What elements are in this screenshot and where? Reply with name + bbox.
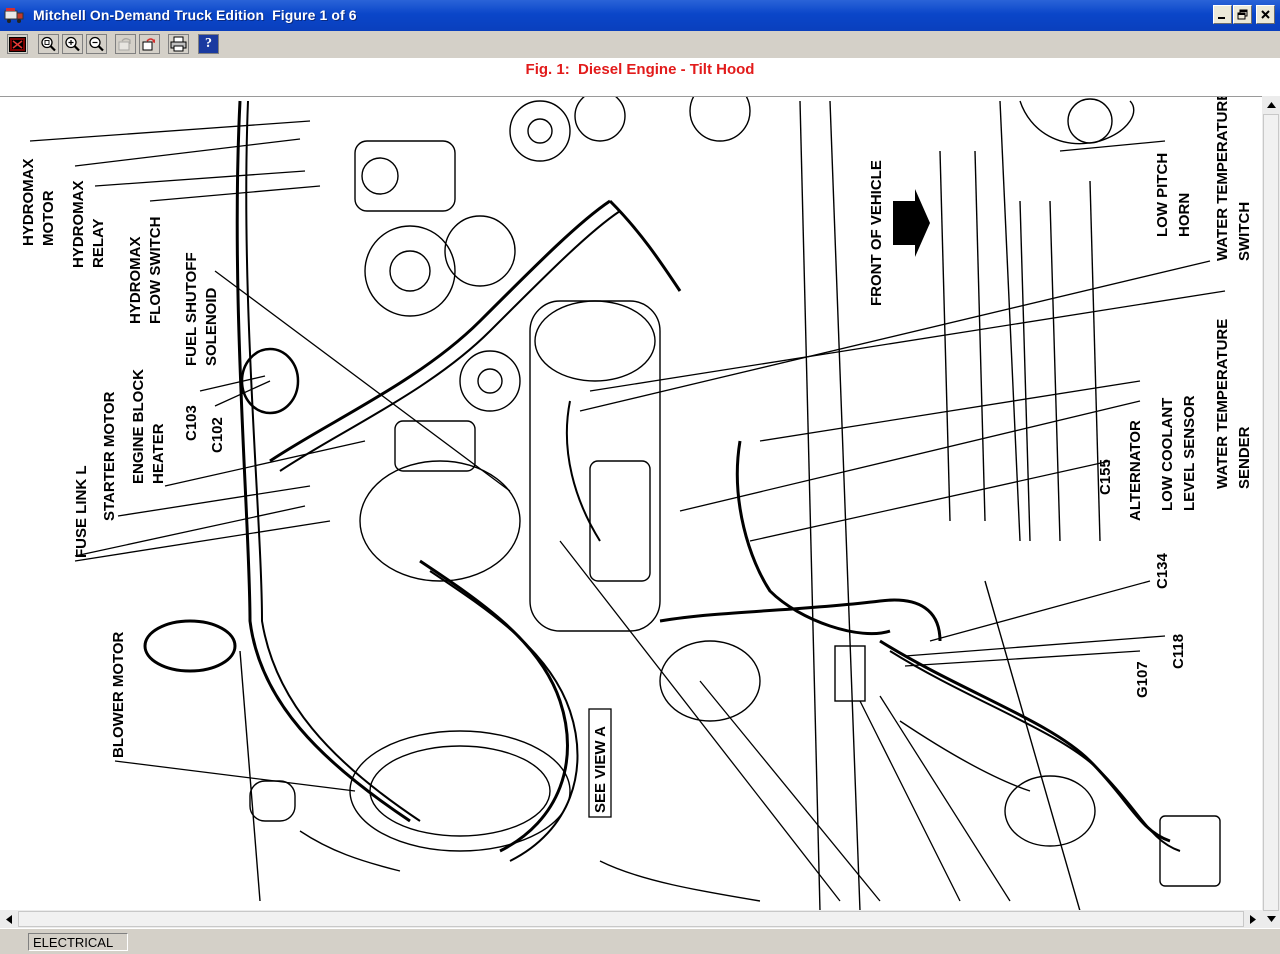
label-c103: C103	[183, 405, 200, 441]
vertical-scroll-thumb[interactable]	[1263, 114, 1279, 911]
label-low-coolant-level-sensor: LOW COOLANT LEVEL SENSOR	[1159, 394, 1198, 512]
rotate-right-icon	[142, 38, 155, 51]
restore-icon	[1237, 9, 1248, 20]
close-button[interactable]	[1256, 5, 1275, 24]
window-title: Mitchell On-Demand Truck Edition Figure …	[33, 7, 357, 23]
scroll-up-icon	[1266, 102, 1276, 108]
label-low-pitch-horn: LOW PITCH HORN	[1154, 149, 1193, 237]
engine-line-art	[143, 97, 1221, 911]
zoom-in-icon	[65, 36, 80, 52]
rotate-left-button[interactable]	[115, 34, 136, 54]
exit-icon	[9, 36, 26, 52]
vertical-scrollbar[interactable]	[1262, 96, 1280, 928]
print-button[interactable]	[168, 34, 189, 54]
label-starter-motor: STARTER MOTOR	[101, 391, 118, 521]
label-hydromax-flow-switch: HYDROMAX FLOW SWITCH	[127, 217, 164, 324]
status-panel: ELECTRICAL	[28, 933, 128, 951]
zoom-out-button[interactable]	[86, 34, 107, 54]
minimize-button[interactable]	[1213, 5, 1232, 24]
scroll-down-button[interactable]	[1262, 910, 1280, 928]
app-truck-icon	[4, 8, 24, 23]
help-button[interactable]: ?	[198, 34, 219, 54]
horizontal-scroll-thumb[interactable]	[18, 911, 1244, 927]
label-c155: C155	[1097, 459, 1114, 495]
figure-caption-area: Fig. 1: Diesel Engine - Tilt Hood	[0, 58, 1280, 96]
label-blower-motor: BLOWER MOTOR	[110, 631, 127, 758]
label-c102: C102	[209, 417, 226, 453]
label-g107: G107	[1134, 661, 1151, 698]
print-icon	[170, 36, 187, 52]
rotate-left-icon	[118, 38, 131, 51]
status-section-text: ELECTRICAL	[33, 935, 114, 950]
label-fuel-shutoff-solenoid: FUEL SHUTOFF SOLENOID	[183, 248, 220, 366]
minimize-icon	[1218, 17, 1225, 19]
see-view-a-box: SEE VIEW A	[588, 708, 612, 818]
label-water-temperature-sender: WATER TEMPERATURE SENDER	[1214, 315, 1253, 489]
label-engine-block-heater: ENGINE BLOCK HEATER	[130, 365, 167, 484]
scroll-up-button[interactable]	[1262, 96, 1280, 114]
status-bar: ELECTRICAL	[0, 928, 1280, 954]
scroll-left-button[interactable]	[0, 910, 18, 928]
engine-wiring-diagram: HYDROMAX MOTOR HYDROMAX RELAY HYDROMAX F…	[20, 97, 1253, 911]
label-c118: C118	[1170, 634, 1187, 669]
front-arrow	[893, 189, 930, 257]
figure-viewport[interactable]: HYDROMAX MOTOR HYDROMAX RELAY HYDROMAX F…	[0, 96, 1262, 911]
figure-caption: Fig. 1: Diesel Engine - Tilt Hood	[525, 61, 755, 78]
label-c134: C134	[1154, 552, 1171, 589]
restore-button[interactable]	[1233, 5, 1252, 24]
label-water-temperature-switch: WATER TEMPERATURE SWITCH	[1214, 97, 1253, 261]
scroll-right-button[interactable]	[1244, 910, 1262, 928]
label-hydromax-relay: HYDROMAX RELAY	[70, 176, 107, 268]
label-alternator: ALTERNATOR	[1127, 420, 1144, 521]
zoom-in-button[interactable]	[62, 34, 83, 54]
help-icon: ?	[205, 36, 212, 51]
scroll-left-icon	[6, 914, 12, 924]
callout-labels: HYDROMAX MOTOR HYDROMAX RELAY HYDROMAX F…	[20, 97, 1253, 818]
close-icon	[1261, 10, 1270, 19]
label-front-of-vehicle: FRONT OF VEHICLE	[868, 160, 885, 306]
scroll-down-icon	[1266, 916, 1276, 922]
callout-leaders	[29, 120, 1226, 902]
zoom-fit-icon	[41, 36, 56, 52]
label-fuse-link-l: FUSE LINK L	[73, 466, 90, 559]
exit-button[interactable]	[7, 34, 28, 54]
horizontal-scrollbar[interactable]	[0, 910, 1262, 928]
label-see-view-a: SEE VIEW A	[592, 726, 609, 813]
zoom-out-icon	[89, 36, 104, 52]
rotate-right-button[interactable]	[139, 34, 160, 54]
label-hydromax-motor: HYDROMAX MOTOR	[20, 154, 57, 246]
scroll-right-icon	[1250, 914, 1256, 924]
toolbar: ?	[0, 31, 1280, 58]
title-bar: Mitchell On-Demand Truck Edition Figure …	[0, 0, 1280, 31]
zoom-fit-button[interactable]	[38, 34, 59, 54]
